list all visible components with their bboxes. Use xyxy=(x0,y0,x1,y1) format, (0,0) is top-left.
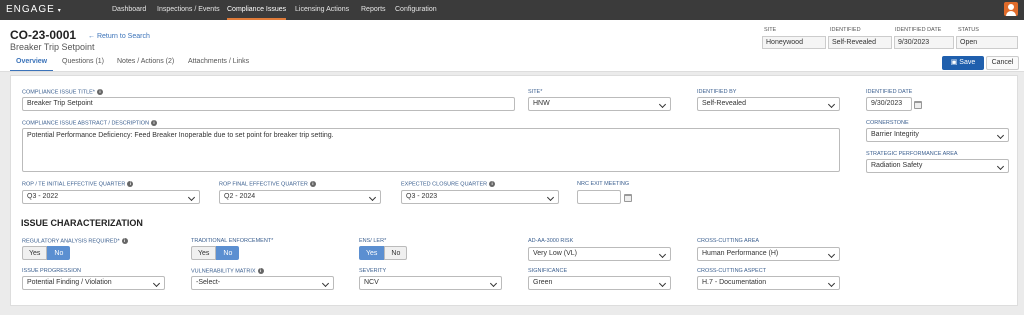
nav-licensing-actions[interactable]: Licensing Actions xyxy=(295,0,349,20)
identified-date-input[interactable]: 9/30/2023 xyxy=(866,97,912,111)
title-label: COMPLIANCE ISSUE TITLE* i xyxy=(22,89,103,95)
info-icon[interactable]: i xyxy=(127,181,134,187)
progression-label: ISSUE PROGRESSION xyxy=(22,268,81,274)
section-title: ISSUE CHARACTERIZATION xyxy=(21,218,143,228)
ad-risk-select[interactable]: Very Low (VL) xyxy=(528,247,671,261)
cc-aspect-select[interactable]: H.7 - Documentation xyxy=(697,276,840,290)
tabs-divider xyxy=(0,71,1024,72)
meta-site-value: Honeywood xyxy=(762,36,826,49)
rop-final-select[interactable]: Q2 - 2024 xyxy=(219,190,381,204)
regulatory-label-text: REGULATORY ANALYSIS REQUIRED* xyxy=(22,238,120,245)
record-title: Breaker Trip Setpoint xyxy=(10,42,95,52)
rop-initial-label-text: ROP / TE INITIAL EFFECTIVE QUARTER xyxy=(22,181,126,188)
meta-status-value: Open xyxy=(956,36,1018,49)
tab-overview[interactable]: Overview xyxy=(10,57,54,72)
expected-closure-select[interactable]: Q3 - 2023 xyxy=(401,190,559,204)
record-id: CO-23-0001 xyxy=(10,28,77,42)
traditional-label: TRADITIONAL ENFORCEMENT* xyxy=(191,238,274,244)
rop-final-label: ROP FINAL EFFECTIVE QUARTER i xyxy=(219,181,316,187)
meta-identified-date-value: 9/30/2023 xyxy=(894,36,954,49)
ens-yes-button[interactable]: Yes xyxy=(359,246,385,260)
info-icon[interactable]: i xyxy=(96,89,103,95)
abstract-textarea[interactable]: Potential Performance Deficiency: Feed B… xyxy=(22,128,840,172)
form-panel: COMPLIANCE ISSUE TITLE* i Breaker Trip Se… xyxy=(10,75,1018,306)
nav-configuration[interactable]: Configuration xyxy=(395,0,437,20)
cc-aspect-label: CROSS-CUTTING ASPECT xyxy=(697,268,767,274)
rop-final-label-text: ROP FINAL EFFECTIVE QUARTER xyxy=(219,181,308,188)
cc-area-label: CROSS-CUTTING AREA xyxy=(697,238,760,244)
meta-site-label: SITE xyxy=(764,27,777,33)
nav-compliance-issues[interactable]: Compliance Issues xyxy=(227,0,287,20)
expected-closure-label-text: EXPECTED CLOSURE QUARTER xyxy=(401,181,488,188)
info-icon[interactable]: i xyxy=(257,268,264,274)
calendar-icon[interactable] xyxy=(624,194,632,202)
meta-identified-label: IDENTIFIED xyxy=(830,27,861,33)
app-logo[interactable]: ENGAGE ▾ xyxy=(6,4,62,15)
vulnerability-label: VULNERABILITY MATRIX i xyxy=(191,268,264,274)
nav-dashboard[interactable]: Dashboard xyxy=(112,0,146,20)
identified-date-label: IDENTIFIED DATE xyxy=(866,89,913,95)
save-button[interactable]: ▣ Save xyxy=(942,56,984,70)
significance-select[interactable]: Green xyxy=(528,276,671,290)
site-select[interactable]: HNW xyxy=(528,97,671,111)
severity-select[interactable]: NCV xyxy=(359,276,502,290)
record-header: CO-23-0001 ← Return to Search Breaker Tr… xyxy=(0,20,1024,72)
identified-by-label: IDENTIFIED BY xyxy=(697,89,737,95)
nav-inspections-events[interactable]: Inspections / Events xyxy=(157,0,220,20)
cornerstone-label: CORNERSTONE xyxy=(866,120,909,126)
title-label-text: COMPLIANCE ISSUE TITLE* xyxy=(22,89,95,96)
vulnerability-select[interactable]: -Select- xyxy=(191,276,334,290)
title-input[interactable]: Breaker Trip Setpoint xyxy=(22,97,515,111)
tab-notes-actions[interactable]: Notes / Actions (2) xyxy=(117,57,174,72)
rop-initial-select[interactable]: Q3 - 2022 xyxy=(22,190,200,204)
significance-label: SIGNIFICANCE xyxy=(528,268,568,274)
abstract-label: COMPLIANCE ISSUE ABSTRACT / DESCRIPTION i xyxy=(22,120,158,127)
meta-identified-date-label: IDENTIFIED DATE xyxy=(895,27,942,33)
ens-ler-toggle[interactable]: Yes No xyxy=(359,246,408,260)
traditional-toggle[interactable]: Yes No xyxy=(191,246,240,260)
strategic-label: STRATEGIC PERFORMANCE AREA xyxy=(866,151,958,157)
calendar-icon[interactable] xyxy=(914,101,922,109)
tab-questions[interactable]: Questions (1) xyxy=(62,57,104,72)
strategic-select[interactable]: Radiation Safety xyxy=(866,159,1009,173)
cancel-button[interactable]: Cancel xyxy=(986,56,1019,70)
regulatory-yes-button[interactable]: Yes xyxy=(22,246,48,260)
return-to-search-link[interactable]: ← Return to Search xyxy=(88,33,150,40)
progression-select[interactable]: Potential Finding / Violation xyxy=(22,276,165,290)
regulatory-no-button[interactable]: No xyxy=(47,246,71,260)
ens-no-button[interactable]: No xyxy=(384,246,408,260)
save-label: Save xyxy=(959,59,976,66)
meta-status-label: STATUS xyxy=(958,27,979,33)
traditional-no-button[interactable]: No xyxy=(216,246,240,260)
nrc-exit-label: NRC EXIT MEETING xyxy=(577,181,630,187)
info-icon[interactable]: i xyxy=(309,181,316,187)
info-icon[interactable]: i xyxy=(489,181,496,187)
nav-reports[interactable]: Reports xyxy=(361,0,386,20)
site-label: SITE* xyxy=(528,89,543,95)
tab-attachments-links[interactable]: Attachments / Links xyxy=(188,57,249,72)
regulatory-toggle[interactable]: Yes No xyxy=(22,246,71,260)
cc-area-select[interactable]: Human Performance (H) xyxy=(697,247,840,261)
severity-label: SEVERITY xyxy=(359,268,387,274)
vulnerability-label-text: VULNERABILITY MATRIX xyxy=(191,268,256,275)
top-nav: ENGAGE ▾ Dashboard Inspections / Events C… xyxy=(0,0,1024,20)
abstract-label-text: COMPLIANCE ISSUE ABSTRACT / DESCRIPTION xyxy=(22,120,150,127)
save-icon: ▣ xyxy=(950,59,960,66)
rop-initial-label: ROP / TE INITIAL EFFECTIVE QUARTER i xyxy=(22,181,134,188)
chevron-down-icon[interactable]: ▾ xyxy=(58,8,62,14)
cornerstone-select[interactable]: Barrier Integrity xyxy=(866,128,1009,142)
info-icon[interactable]: i xyxy=(121,238,128,244)
expected-closure-label: EXPECTED CLOSURE QUARTER i xyxy=(401,181,496,188)
info-icon[interactable]: i xyxy=(151,120,158,126)
identified-by-select[interactable]: Self-Revealed xyxy=(697,97,840,111)
logo-text: ENGAGE xyxy=(6,4,55,15)
ens-ler-label: ENS/ LER* xyxy=(359,238,387,244)
meta-identified-value: Self-Revealed xyxy=(828,36,892,49)
ad-risk-label: AD-AA-3000 RISK xyxy=(528,238,574,244)
traditional-yes-button[interactable]: Yes xyxy=(191,246,217,260)
regulatory-label: REGULATORY ANALYSIS REQUIRED* i xyxy=(22,238,128,244)
nrc-exit-input[interactable] xyxy=(577,190,621,204)
user-avatar-icon[interactable] xyxy=(1004,2,1018,16)
